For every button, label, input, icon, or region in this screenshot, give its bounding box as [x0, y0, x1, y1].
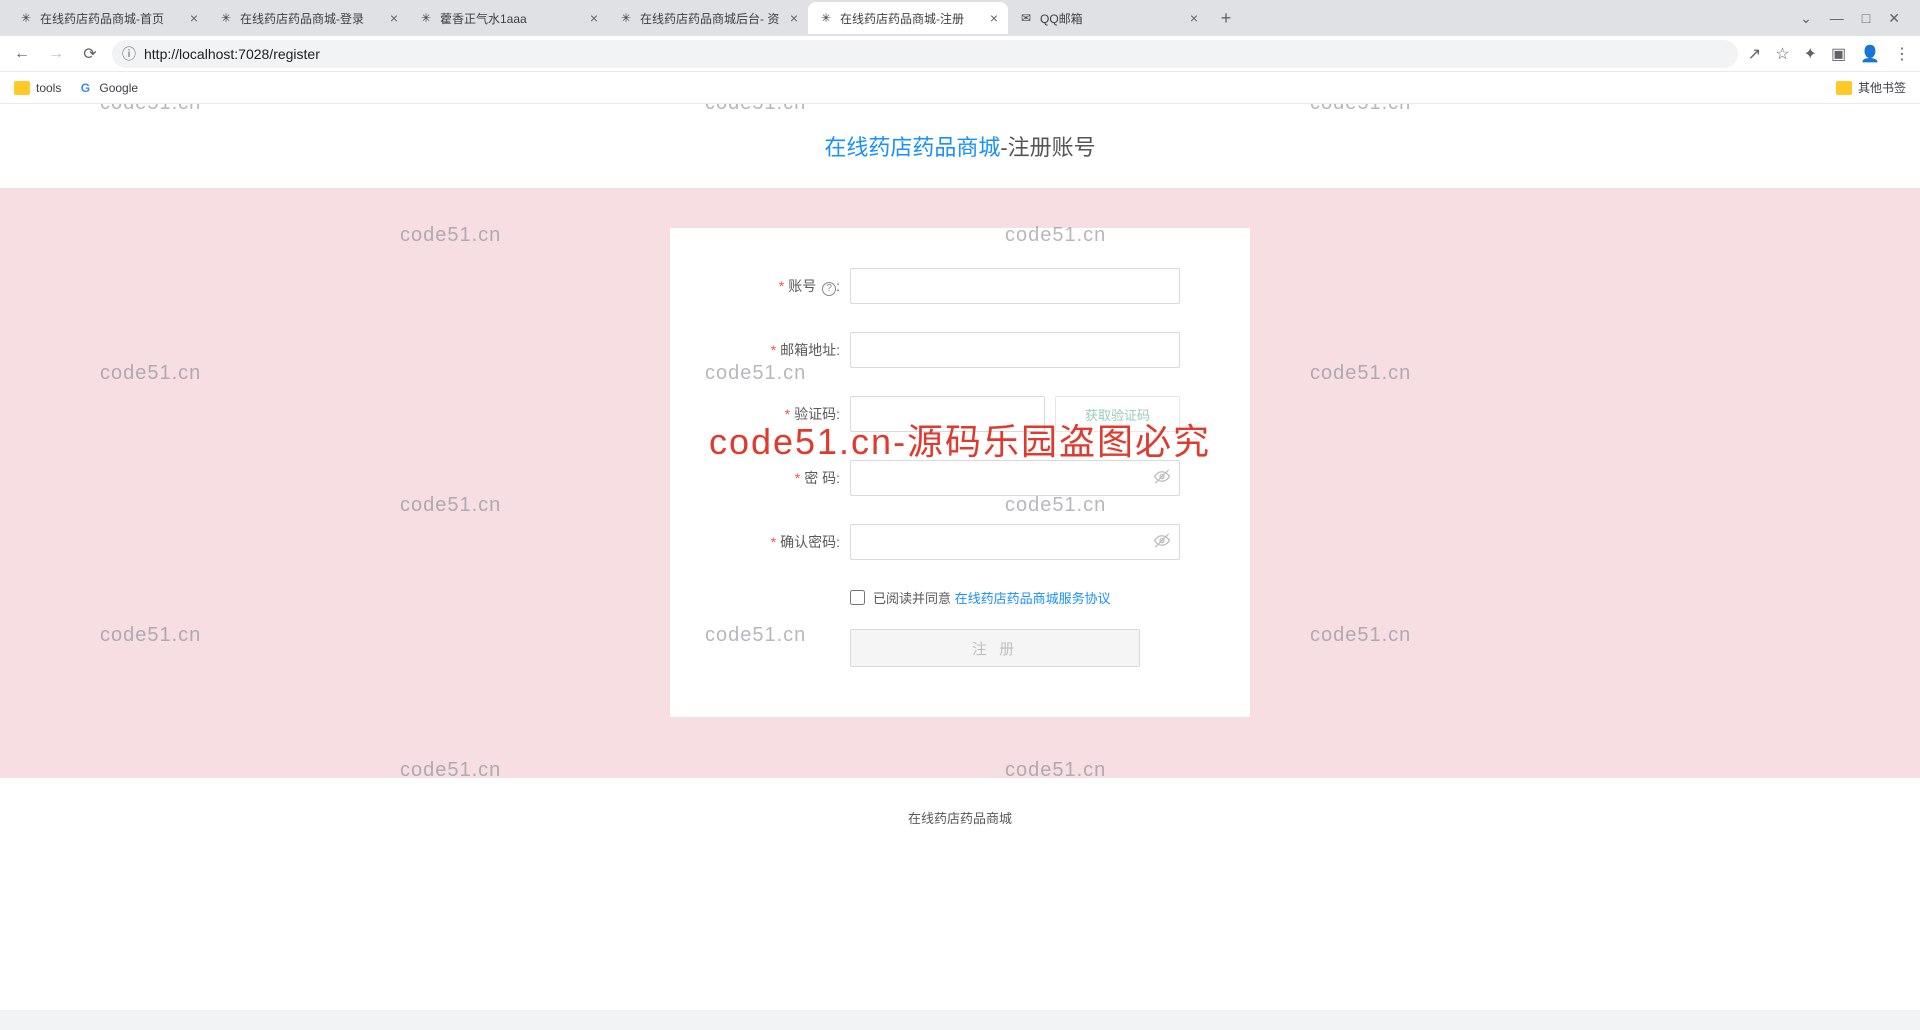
row-code: *验证码: 获取验证码: [700, 396, 1220, 432]
title-link[interactable]: 在线药店药品商城: [824, 135, 1000, 160]
bookmarks-bar: tools G Google 其他书签: [0, 72, 1920, 104]
agree-checkbox[interactable]: [850, 590, 865, 605]
tab-4-active[interactable]: ✳ 在线药店药品商城-注册 ×: [808, 2, 1008, 34]
tab-1[interactable]: ✳ 在线药店药品商城-登录 ×: [208, 2, 408, 34]
label-account: *账号 ?:: [700, 276, 850, 296]
profile-icon[interactable]: 👤: [1860, 44, 1880, 64]
close-icon[interactable]: ×: [990, 10, 998, 26]
code-input[interactable]: [850, 396, 1045, 432]
folder-icon: [1836, 81, 1852, 95]
window-controls: ⌄ — □ ✕: [1800, 10, 1912, 27]
help-icon[interactable]: ?: [822, 282, 836, 296]
register-button[interactable]: 注 册: [850, 629, 1140, 667]
back-button[interactable]: ←: [10, 45, 34, 63]
email-input[interactable]: [850, 332, 1180, 368]
google-icon: G: [77, 80, 93, 96]
label-code: *验证码:: [700, 404, 850, 424]
reload-button[interactable]: ⟳: [78, 44, 102, 64]
favicon-icon: ✳: [218, 10, 234, 26]
bookmark-other[interactable]: 其他书签: [1836, 79, 1906, 96]
forward-button[interactable]: →: [44, 45, 68, 63]
tab-3[interactable]: ✳ 在线药店药品商城后台- 资 ×: [608, 2, 808, 34]
page-title: 在线药店药品商城-注册账号: [0, 104, 1920, 188]
side-panel-icon[interactable]: ▣: [1831, 44, 1846, 64]
address-bar: ← → ⟳ ⓘ http://localhost:7028/register ↗…: [0, 36, 1920, 72]
favicon-icon: ✳: [18, 10, 34, 26]
status-bar: [0, 1010, 1920, 1030]
close-icon[interactable]: ×: [590, 10, 598, 26]
extensions-icon[interactable]: ✦: [1804, 44, 1817, 64]
close-window-icon[interactable]: ✕: [1888, 10, 1900, 27]
tab-0[interactable]: ✳ 在线药店药品商城-首页 ×: [8, 2, 208, 34]
submit-row: 注 册: [700, 629, 1220, 667]
favicon-icon: ✳: [818, 10, 834, 26]
tos-link[interactable]: 在线药店药品商城服务协议: [955, 588, 1111, 607]
maximize-icon[interactable]: □: [1862, 10, 1870, 27]
tab-2[interactable]: ✳ 藿香正气水1aaa ×: [408, 2, 608, 34]
menu-icon[interactable]: ⋮: [1894, 44, 1910, 64]
tab-title: 在线药店药品商城-首页: [40, 10, 184, 27]
close-icon[interactable]: ×: [790, 10, 798, 26]
account-input[interactable]: [850, 268, 1180, 304]
favicon-icon: ✳: [618, 10, 634, 26]
browser-chrome: ✳ 在线药店药品商城-首页 × ✳ 在线药店药品商城-登录 × ✳ 藿香正气水1…: [0, 0, 1920, 104]
bookmark-star-icon[interactable]: ☆: [1775, 44, 1789, 64]
register-card: *账号 ?: *邮箱地址: *验证码: 获取验证码: [670, 228, 1250, 717]
label-text: 确认密码:: [780, 534, 840, 550]
agree-row: 已阅读并同意 在线药店药品商城服务协议: [700, 588, 1220, 607]
tab-title: 藿香正气水1aaa: [440, 10, 584, 27]
bookmark-label: 其他书签: [1858, 79, 1906, 96]
row-email: *邮箱地址:: [700, 332, 1220, 368]
folder-icon: [14, 81, 30, 95]
label-confirm: *确认密码:: [700, 532, 850, 552]
row-confirm: *确认密码:: [700, 524, 1220, 560]
label-text: 账号: [788, 278, 816, 294]
eye-off-icon[interactable]: [1154, 533, 1170, 552]
get-code-button[interactable]: 获取验证码: [1055, 396, 1180, 432]
favicon-icon: ✉: [1018, 10, 1034, 26]
bookmark-label: Google: [99, 81, 138, 95]
row-account: *账号 ?:: [700, 268, 1220, 304]
url-text: http://localhost:7028/register: [144, 46, 320, 62]
tab-title: QQ邮箱: [1040, 10, 1184, 27]
bookmark-tools[interactable]: tools: [14, 81, 61, 95]
chevron-down-icon[interactable]: ⌄: [1800, 10, 1812, 27]
label-text: 验证码:: [794, 406, 840, 422]
close-icon[interactable]: ×: [1190, 10, 1198, 26]
label-text: 邮箱地址:: [780, 342, 840, 358]
close-icon[interactable]: ×: [390, 10, 398, 26]
tab-5[interactable]: ✉ QQ邮箱 ×: [1008, 2, 1208, 34]
close-icon[interactable]: ×: [190, 10, 198, 26]
tab-title: 在线药店药品商城-注册: [840, 10, 984, 27]
favicon-icon: ✳: [418, 10, 434, 26]
minimize-icon[interactable]: —: [1830, 10, 1844, 27]
page-footer: 在线药店药品商城: [0, 778, 1920, 839]
bookmark-label: tools: [36, 81, 61, 95]
label-email: *邮箱地址:: [700, 340, 850, 360]
agree-text: 已阅读并同意: [873, 588, 951, 607]
title-suffix: -注册账号: [1000, 135, 1095, 160]
row-password: *密 码:: [700, 460, 1220, 496]
info-icon[interactable]: ⓘ: [122, 44, 136, 64]
tab-bar: ✳ 在线药店药品商城-首页 × ✳ 在线药店药品商城-登录 × ✳ 藿香正气水1…: [0, 0, 1920, 36]
confirm-password-input[interactable]: [850, 524, 1180, 560]
url-input[interactable]: ⓘ http://localhost:7028/register: [112, 40, 1738, 68]
password-input[interactable]: [850, 460, 1180, 496]
eye-off-icon[interactable]: [1154, 469, 1170, 488]
page-content: 在线药店药品商城-注册账号 *账号 ?: *邮箱地址: *验证码:: [0, 104, 1920, 1010]
label-text: 密 码:: [804, 470, 840, 486]
bookmark-google[interactable]: G Google: [77, 80, 138, 96]
tab-title: 在线药店药品商城-登录: [240, 10, 384, 27]
tab-title: 在线药店药品商城后台- 资: [640, 10, 784, 27]
label-password: *密 码:: [700, 468, 850, 488]
new-tab-button[interactable]: +: [1212, 4, 1240, 32]
form-background: *账号 ?: *邮箱地址: *验证码: 获取验证码: [0, 188, 1920, 778]
share-icon[interactable]: ↗: [1748, 44, 1761, 64]
